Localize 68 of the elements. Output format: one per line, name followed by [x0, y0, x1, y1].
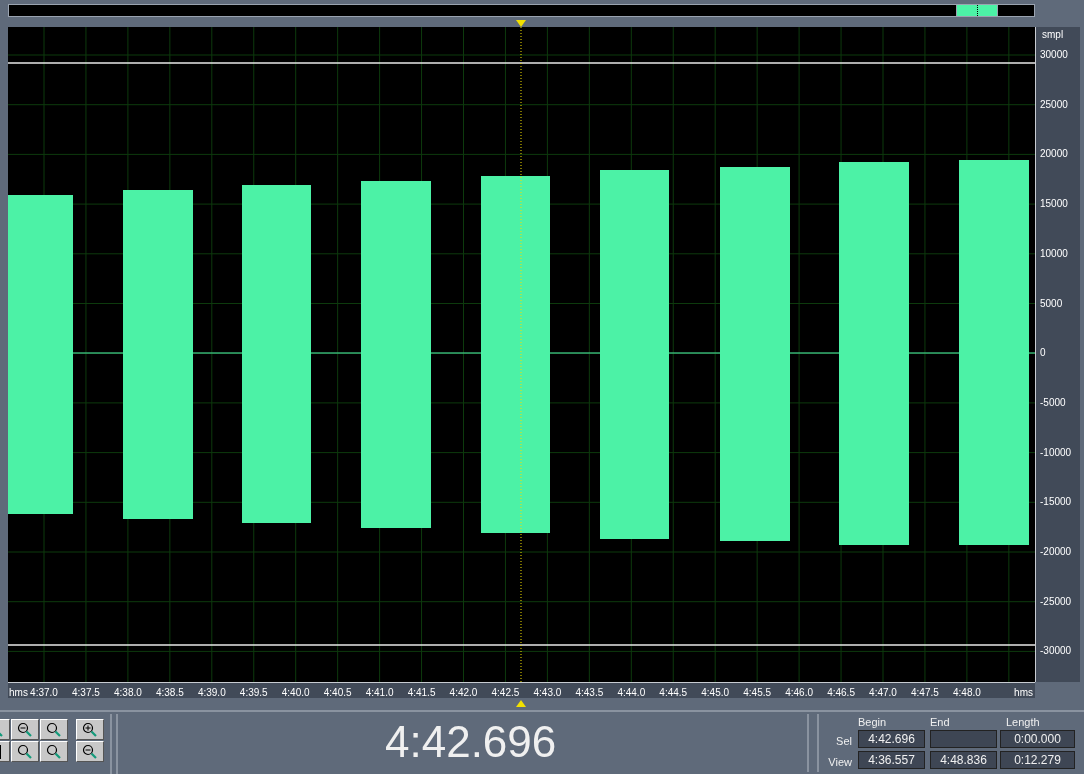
time-field: 4:42.696	[858, 730, 925, 748]
zoom-out-icon	[82, 743, 98, 760]
toolbar-grip[interactable]	[110, 714, 118, 774]
time-tick-label: 4:46.5	[826, 686, 856, 700]
ruler-unit: hms	[1014, 686, 1033, 700]
zoom-full-button[interactable]	[40, 719, 68, 740]
time-tick-label: 4:40.5	[322, 686, 353, 700]
axis-tick-label: 20000	[1040, 148, 1068, 161]
zoom-selection-button[interactable]	[11, 741, 39, 762]
waveform-drawing[interactable]	[8, 27, 1035, 682]
overview-bar[interactable]	[8, 4, 1035, 17]
axis-tick-label: 5000	[1040, 297, 1063, 310]
time-field: 0:12.279	[1000, 751, 1075, 769]
cursor-marker-icon	[516, 700, 526, 707]
time-tick-label: 4:43.5	[574, 686, 605, 700]
zoom-icon	[17, 743, 33, 760]
time-tick-label: 4:44.5	[658, 686, 689, 700]
axis-tick-label: -30000	[1040, 645, 1072, 658]
time-field	[930, 730, 997, 748]
axis-tick-label: 10000	[1040, 247, 1068, 260]
time-tick-label: 4:46.0	[784, 686, 814, 700]
time-tick-label: 4:42.0	[448, 686, 479, 700]
time-tick-label: 4:38.5	[154, 686, 185, 700]
time-tick-label: 4:41.5	[406, 686, 437, 700]
axis-tick-label: 15000	[1040, 198, 1068, 211]
toolbar-grip[interactable]	[807, 714, 819, 772]
overview-scroll-thumb[interactable]	[956, 5, 998, 16]
row-label: Sel	[835, 734, 852, 749]
axis-tick-label: -10000	[1040, 446, 1072, 459]
time-tick-label: 4:45.0	[700, 686, 731, 700]
axis-tick-label: 25000	[1040, 98, 1068, 111]
axis-tick-label: -20000	[1040, 546, 1072, 558]
row-label: View	[827, 755, 852, 770]
time-tick-label: 4:44.0	[616, 686, 647, 700]
axis-tick-label: -15000	[1040, 496, 1072, 509]
axis-unit: smpl	[1042, 28, 1064, 42]
time-tick-label: 4:47.0	[868, 686, 898, 700]
axis-tick-label: 30000	[1040, 49, 1068, 61]
time-display: 4:42.696	[385, 716, 557, 768]
time-field: 4:48.836	[930, 751, 997, 769]
zoom-in-icon	[82, 721, 98, 738]
time-tick-label: 4:39.0	[196, 686, 227, 700]
vertical-zoom-in-button[interactable]	[76, 719, 104, 740]
ruler-unit: hms	[9, 686, 28, 700]
time-tick-label: 4:45.5	[742, 686, 773, 700]
column-header: End	[930, 715, 950, 730]
time-field: 4:36.557	[858, 751, 925, 769]
zoom-icon	[46, 721, 62, 738]
time-tick-label: 4:42.5	[490, 686, 521, 700]
column-header: Length	[1006, 715, 1040, 730]
vertical-zoom-out-button[interactable]	[76, 741, 104, 762]
time-tick-label: 4:41.0	[364, 686, 395, 700]
column-header: Begin	[858, 715, 887, 730]
zoom-out-button[interactable]	[11, 719, 39, 740]
time-tick-label: 4:43.0	[532, 686, 563, 700]
time-tick-label: 4:37.5	[71, 686, 101, 700]
axis-tick-label: -25000	[1040, 595, 1072, 608]
zoom-out-icon	[17, 721, 33, 738]
zoom-icon	[46, 743, 62, 760]
axis-tick-label: 0	[1040, 347, 1046, 360]
time-tick-label: 4:39.5	[238, 686, 269, 700]
time-tick-label: 4:38.0	[113, 686, 143, 700]
time-tick-label: 4:47.5	[910, 686, 940, 700]
time-field: 0:00.000	[1000, 730, 1075, 748]
time-tick-label: 4:40.0	[280, 686, 311, 700]
axis-tick-label: -5000	[1040, 396, 1066, 409]
time-tick-label: 4:48.0	[952, 686, 982, 700]
zoom-right-button[interactable]	[40, 741, 68, 762]
